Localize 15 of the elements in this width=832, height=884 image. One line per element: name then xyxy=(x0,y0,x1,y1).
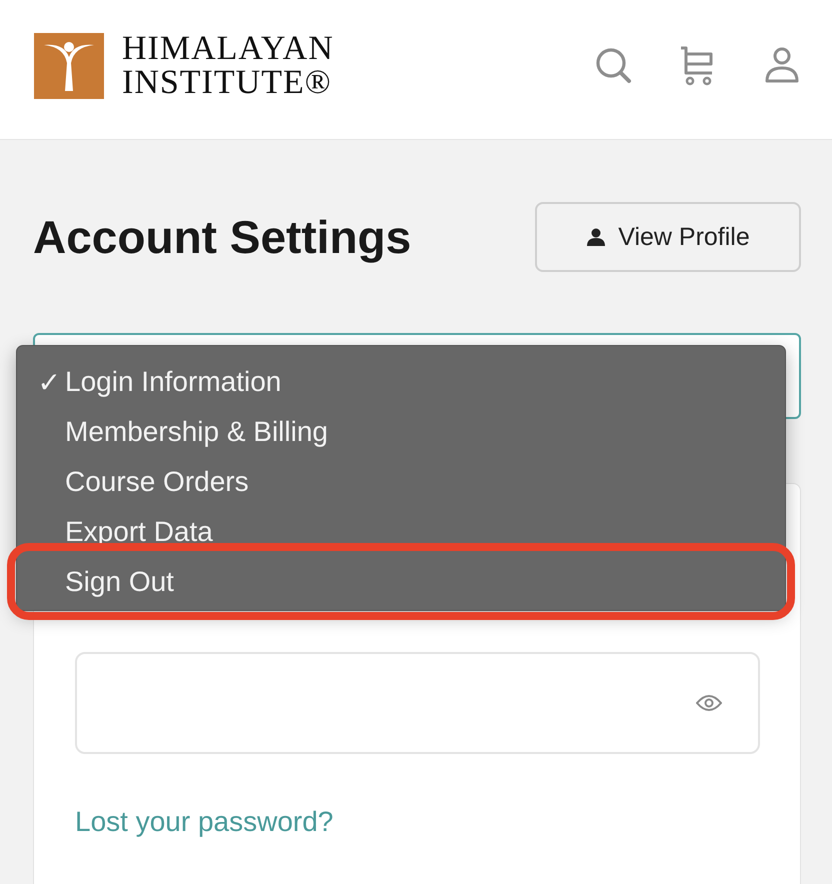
logo-wordmark: HIMALAYAN xyxy=(122,32,334,66)
menu-item[interactable]: ✓Login Information xyxy=(17,357,785,407)
person-icon xyxy=(586,227,606,247)
lost-password-link[interactable]: Lost your password? xyxy=(75,806,334,838)
eye-icon[interactable] xyxy=(696,694,722,712)
menu-item[interactable]: Sign Out xyxy=(17,557,785,607)
menu-item[interactable]: Membership & Billing xyxy=(17,407,785,457)
menu-item[interactable]: Course Orders xyxy=(17,457,785,507)
logo-icon[interactable] xyxy=(34,32,104,98)
view-profile-button[interactable]: View Profile xyxy=(535,202,801,272)
page-title: Account Settings xyxy=(33,210,412,264)
logo-wordmark: INSTITUTE® xyxy=(122,66,333,100)
menu-item[interactable]: Export Data xyxy=(17,507,785,557)
search-icon[interactable] xyxy=(594,46,634,86)
password-field[interactable] xyxy=(75,652,760,754)
